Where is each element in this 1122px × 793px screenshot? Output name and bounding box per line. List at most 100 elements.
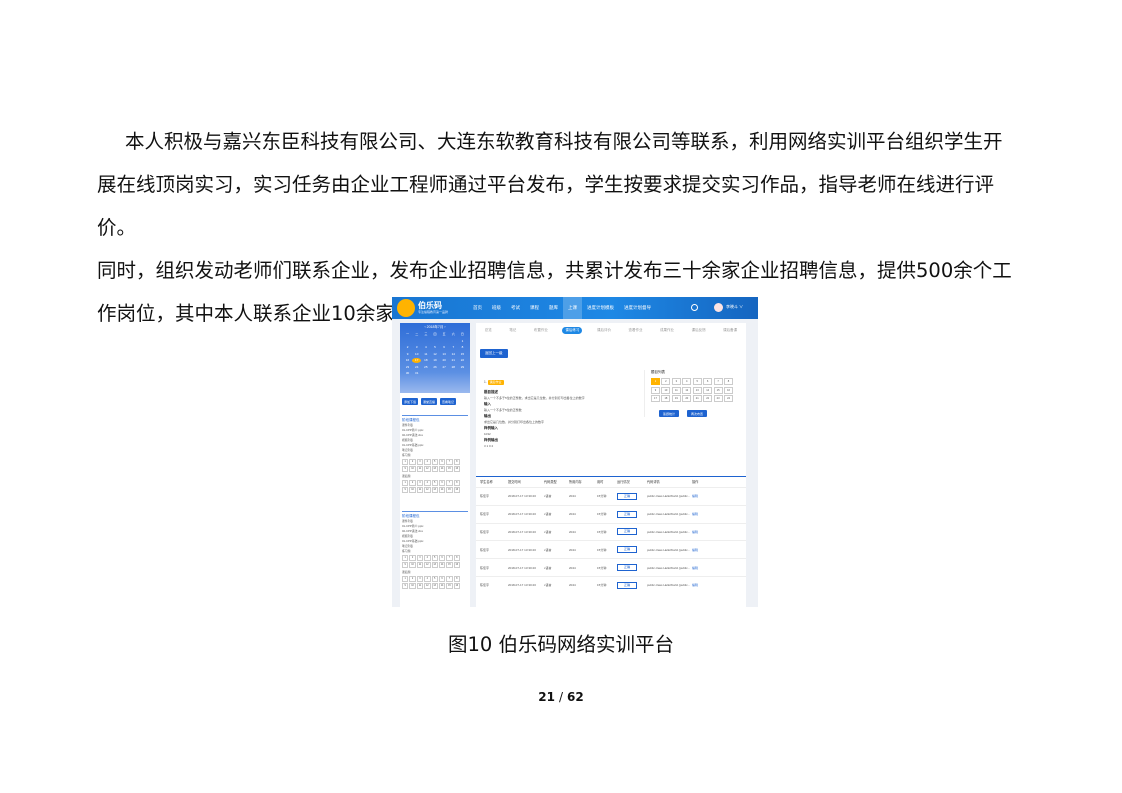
avatar[interactable] — [714, 303, 723, 312]
mini-cell[interactable]: 5 — [431, 480, 438, 486]
cell-status-button[interactable]: 正确 — [617, 581, 637, 589]
calendar-day[interactable]: 8 — [458, 345, 467, 350]
nav-item[interactable]: 进度计划模板 — [582, 297, 619, 319]
sub-tab[interactable]: 总览 — [482, 327, 495, 334]
nav-item[interactable]: 进度计划督导 — [619, 297, 656, 319]
cell-status-button[interactable]: 正确 — [617, 528, 637, 536]
question-cell[interactable]: 14 — [703, 386, 713, 394]
mini-cell[interactable]: 2 — [409, 576, 416, 582]
question-cell[interactable]: 10 — [661, 386, 671, 394]
calendar-day[interactable]: 3 — [412, 345, 421, 350]
calendar-day[interactable]: 21 — [449, 358, 458, 363]
question-cell[interactable]: 7 — [713, 378, 723, 385]
cell-edit-link[interactable]: 编辑 — [692, 566, 712, 570]
mini-cell[interactable]: 6 — [438, 459, 446, 465]
mini-cell[interactable]: 9 — [402, 562, 409, 568]
calendar-day[interactable]: 4 — [421, 345, 430, 350]
mini-cell[interactable]: 2 — [409, 555, 416, 561]
mini-cell[interactable]: 14 — [438, 466, 446, 472]
mini-cell[interactable]: 15 — [446, 562, 453, 568]
cell-edit-link[interactable]: 编辑 — [692, 548, 712, 552]
nav-item[interactable]: 考试 — [506, 297, 525, 319]
mini-cell[interactable]: 8 — [453, 576, 460, 582]
question-cell[interactable]: 19 — [671, 395, 681, 402]
mini-cell[interactable]: 7 — [446, 459, 453, 465]
question-cell[interactable]: 5 — [692, 378, 702, 385]
cell-edit-link[interactable]: 编辑 — [692, 530, 712, 534]
cell-edit-link[interactable]: 编辑 — [692, 583, 712, 587]
user-name[interactable]: 李晓斗 ∨ — [726, 304, 743, 310]
mini-cell[interactable]: 12 — [424, 562, 431, 568]
calendar-header[interactable]: ‹ 2018年7月 › — [400, 325, 470, 330]
question-cell[interactable]: 1 — [651, 378, 660, 385]
mini-cell[interactable]: 1 — [402, 555, 409, 561]
sub-tab[interactable]: 成果作业 — [657, 327, 677, 334]
mini-cell[interactable]: 8 — [453, 480, 460, 486]
mini-cell[interactable]: 16 — [453, 487, 460, 493]
mini-cell[interactable]: 13 — [431, 583, 438, 589]
calendar-day[interactable]: 30 — [403, 371, 412, 376]
mini-cell[interactable]: 6 — [438, 555, 446, 561]
mini-cell[interactable]: 15 — [446, 466, 453, 472]
question-cell[interactable]: 21 — [692, 395, 702, 402]
mini-cell[interactable]: 4 — [424, 576, 431, 582]
calendar-day[interactable]: 5 — [430, 345, 439, 350]
mini-cell[interactable]: 16 — [453, 562, 460, 568]
mini-cell[interactable]: 13 — [431, 562, 438, 568]
question-cell[interactable]: 12 — [682, 386, 692, 394]
mini-cell[interactable]: 11 — [416, 562, 424, 568]
calendar-day[interactable]: 29 — [458, 365, 467, 370]
mini-cell[interactable]: 9 — [402, 583, 409, 589]
calendar-day[interactable]: 18 — [421, 358, 430, 363]
sidebar-button[interactable]: 课堂直播 — [421, 398, 438, 405]
question-cell[interactable]: 4 — [682, 378, 692, 385]
sidebar-button[interactable]: 查看笔记 — [440, 398, 457, 405]
mini-cell[interactable]: 13 — [431, 466, 438, 472]
mini-cell[interactable]: 2 — [409, 459, 416, 465]
nav-item[interactable]: 班级 — [487, 297, 506, 319]
mini-cell[interactable]: 16 — [453, 583, 460, 589]
mini-cell[interactable]: 7 — [446, 555, 453, 561]
nav-item[interactable]: 上课 — [563, 297, 582, 319]
question-cell[interactable]: 2 — [661, 378, 671, 385]
mini-cell[interactable]: 11 — [416, 466, 424, 472]
calendar-day[interactable]: 9 — [403, 352, 412, 357]
mini-cell[interactable]: 1 — [402, 480, 409, 486]
question-cell[interactable]: 17 — [651, 395, 660, 402]
mini-cell[interactable]: 10 — [409, 487, 416, 493]
cell-status-button[interactable]: 正确 — [617, 510, 637, 518]
question-cell[interactable]: 8 — [724, 378, 733, 385]
calendar-day[interactable]: 1 — [458, 339, 467, 344]
calendar-day[interactable]: 31 — [412, 371, 421, 376]
calendar-day[interactable]: 13 — [440, 352, 449, 357]
mini-cell[interactable]: 16 — [453, 466, 460, 472]
question-cell[interactable]: 22 — [703, 395, 713, 402]
calendar-day[interactable]: 25 — [421, 365, 430, 370]
mini-cell[interactable]: 4 — [424, 459, 431, 465]
cell-status-button[interactable]: 正确 — [617, 546, 637, 554]
calendar-day[interactable]: 2 — [403, 345, 412, 350]
calendar-day[interactable]: 26 — [430, 365, 439, 370]
mini-cell[interactable]: 14 — [438, 562, 446, 568]
nav-item[interactable]: 题库 — [544, 297, 563, 319]
question-cell[interactable]: 6 — [703, 378, 713, 385]
question-cell[interactable]: 11 — [671, 386, 681, 394]
mini-cell[interactable]: 11 — [416, 583, 424, 589]
cell-status-button[interactable]: 正确 — [617, 564, 637, 572]
nav-item[interactable]: 首页 — [468, 297, 487, 319]
calendar-day[interactable]: 11 — [421, 352, 430, 357]
calendar-day[interactable]: 20 — [440, 358, 449, 363]
mini-cell[interactable]: 10 — [409, 466, 416, 472]
mini-cell[interactable]: 10 — [409, 562, 416, 568]
calendar-day[interactable]: 6 — [440, 345, 449, 350]
nav-item[interactable]: 课程 — [525, 297, 544, 319]
mini-cell[interactable]: 3 — [416, 480, 424, 486]
cell-edit-link[interactable]: 编辑 — [692, 512, 712, 516]
question-cell[interactable]: 24 — [724, 395, 733, 402]
back-button[interactable]: 返回上一级 — [480, 349, 508, 358]
sub-tab[interactable]: 课后反馈 — [689, 327, 709, 334]
cell-status-button[interactable]: 正确 — [617, 492, 637, 500]
mini-cell[interactable]: 12 — [424, 583, 431, 589]
mini-cell[interactable]: 3 — [416, 576, 424, 582]
mini-cell[interactable]: 8 — [453, 555, 460, 561]
